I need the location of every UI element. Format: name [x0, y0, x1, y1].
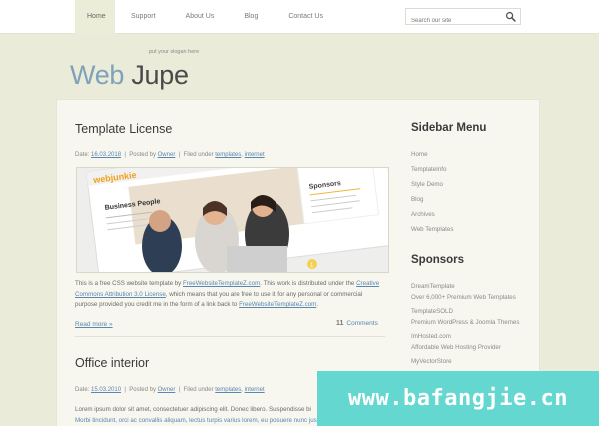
- meta-date-label: Date:: [75, 152, 90, 158]
- sidebar-item-templateinfo[interactable]: TemplateInfo: [411, 165, 453, 180]
- meta-posted-by-label: Posted by: [129, 387, 156, 393]
- sidebar-item-blog[interactable]: Blog: [411, 195, 453, 210]
- sponsor-item[interactable]: ImHosted.com Affordable Web Hosting Prov…: [411, 332, 519, 353]
- sponsor-name[interactable]: DreamTemplate: [411, 282, 519, 292]
- meta-tag-templates[interactable]: templates: [215, 387, 241, 393]
- sponsor-name[interactable]: TemplateSOLD: [411, 307, 519, 317]
- post-title[interactable]: Template License: [75, 122, 172, 136]
- post-meta: Date: 16.03.2018 | Posted by Owner | Fil…: [75, 152, 265, 158]
- sponsors-title: Sponsors: [411, 254, 465, 266]
- meta-date-label: Date:: [75, 387, 90, 393]
- sidebar-item-archives[interactable]: Archives: [411, 210, 453, 225]
- sponsor-item[interactable]: MyVectorStore: [411, 357, 519, 367]
- nav-about-us[interactable]: About Us: [171, 0, 230, 34]
- excerpt-text-4: .: [316, 301, 319, 308]
- sponsor-desc: Premium WordPress & Joomla Themes: [411, 319, 520, 326]
- top-bar: Home Support About Us Blog Contact Us: [0, 0, 599, 34]
- meta-tag-internet[interactable]: internet: [245, 152, 265, 158]
- post-title-2[interactable]: Office interior: [75, 356, 149, 370]
- nav-home[interactable]: Home: [75, 0, 115, 34]
- logo-part-jupe: Jupe: [131, 60, 189, 90]
- read-more-link[interactable]: Read more »: [75, 321, 113, 328]
- sidebar-item-web-templates[interactable]: Web Templates: [411, 225, 453, 240]
- comments-link[interactable]: 11 Comments: [336, 320, 378, 327]
- sponsor-item[interactable]: DreamTemplate Over 6,000+ Premium Web Te…: [411, 282, 519, 303]
- meta-filed-label: Filed under: [183, 152, 214, 158]
- sidebar-menu-title: Sidebar Menu: [411, 122, 487, 134]
- nav-contact-us[interactable]: Contact Us: [273, 0, 338, 34]
- meta-author-link[interactable]: Owner: [158, 152, 176, 158]
- meta-filed-label: Filed under: [183, 387, 214, 393]
- comment-count: 11: [336, 320, 344, 327]
- sponsor-item[interactable]: TemplateSOLD Premium WordPress & Joomla …: [411, 307, 519, 328]
- watermark-banner: www.bafangjie.cn: [317, 371, 599, 426]
- post-excerpt: This is a free CSS website template by F…: [75, 279, 385, 311]
- nav-support[interactable]: Support: [115, 0, 171, 34]
- watermark-text: www.bafangjie.cn: [348, 386, 568, 411]
- template-preview-illustration: webjunkie Sponsors Business People 1: [77, 168, 388, 272]
- sidebar-item-style-demo[interactable]: Style Demo: [411, 180, 453, 195]
- sidebar-item-home[interactable]: Home: [411, 150, 453, 165]
- site-logo[interactable]: Web Jupe: [70, 60, 189, 91]
- sponsor-name[interactable]: ImHosted.com: [411, 332, 519, 342]
- excerpt-text-2: . This work is distributed under the: [260, 280, 357, 287]
- post-image[interactable]: webjunkie Sponsors Business People 1: [76, 167, 389, 273]
- meta-tag-templates[interactable]: templates: [215, 152, 241, 158]
- post-meta-2: Date: 15.03.2010 | Posted by Owner | Fil…: [75, 387, 265, 393]
- search-box: [405, 8, 521, 29]
- meta-tag-internet[interactable]: internet: [245, 387, 265, 393]
- site-slogan: put your slogan here: [149, 49, 200, 55]
- search-input[interactable]: [406, 13, 501, 29]
- excerpt-link-freewebsitetemplatez-2[interactable]: FreeWebsiteTemplateZ.com: [239, 301, 316, 308]
- sponsor-desc: Over 6,000+ Premium Web Templates: [411, 294, 516, 301]
- sponsors-list: DreamTemplate Over 6,000+ Premium Web Te…: [411, 282, 519, 371]
- comments-label: Comments: [346, 320, 378, 327]
- meta-date-link[interactable]: 16.03.2018: [91, 152, 121, 158]
- main-nav: Home Support About Us Blog Contact Us: [75, 0, 338, 34]
- meta-author-link[interactable]: Owner: [158, 387, 176, 393]
- sidebar-menu: Home TemplateInfo Style Demo Blog Archiv…: [411, 150, 453, 240]
- logo-part-web: Web: [70, 60, 125, 90]
- nav-blog[interactable]: Blog: [229, 0, 273, 34]
- excerpt-link-freewebsitetemplatez-1[interactable]: FreeWebsiteTemplateZ.com: [183, 280, 260, 287]
- search-icon[interactable]: [505, 11, 516, 22]
- meta-date-link[interactable]: 15.03.2010: [91, 387, 121, 393]
- excerpt-text-1: This is a free CSS website template by: [75, 280, 183, 287]
- post-divider: [75, 336, 385, 337]
- sponsor-name[interactable]: MyVectorStore: [411, 357, 519, 367]
- sponsor-desc: Affordable Web Hosting Provider: [411, 344, 501, 351]
- meta-posted-by-label: Posted by: [129, 152, 156, 158]
